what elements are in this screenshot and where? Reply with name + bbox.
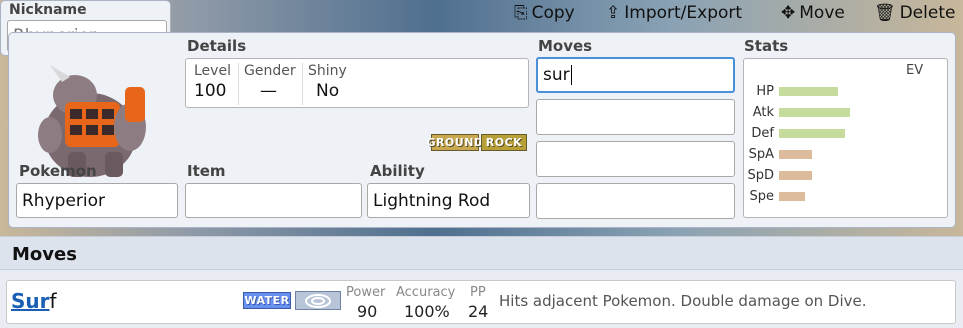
copy-icon: ⎘ bbox=[514, 3, 528, 23]
move-name: Surf bbox=[11, 289, 57, 313]
accuracy-label: Accuracy bbox=[396, 285, 456, 300]
stat-bar bbox=[779, 86, 838, 96]
stat-bar bbox=[779, 149, 812, 159]
text-cursor bbox=[570, 65, 572, 85]
level-label: Level bbox=[194, 63, 231, 79]
stat-row-spa: SpA bbox=[744, 146, 812, 162]
move-arrows-icon: ✥ bbox=[781, 3, 796, 23]
move-input-4[interactable] bbox=[536, 183, 735, 219]
power-value: 90 bbox=[357, 302, 378, 321]
stat-name: SpD bbox=[747, 167, 774, 183]
pp-label: PP bbox=[470, 285, 486, 300]
level-value: 100 bbox=[194, 81, 227, 101]
ability-input[interactable]: Lightning Rod bbox=[367, 183, 530, 218]
move-input-1[interactable]: sur bbox=[536, 57, 735, 93]
item-label: Item bbox=[187, 162, 226, 180]
upload-icon: ⇪ bbox=[606, 3, 621, 23]
shiny-label: Shiny bbox=[308, 63, 347, 79]
stat-row-atk: Atk bbox=[744, 104, 850, 120]
stat-row-spe: Spe bbox=[744, 188, 805, 204]
moves-section-title: Moves bbox=[12, 244, 77, 265]
power-label: Power bbox=[346, 285, 386, 300]
move-description: Hits adjacent Pokemon. Double damage on … bbox=[499, 292, 867, 310]
copy-button[interactable]: ⎘ Copy bbox=[514, 3, 575, 23]
details-button[interactable]: Level 100 Gender — Shiny No bbox=[185, 58, 529, 108]
move-type-badge: WATER bbox=[243, 292, 291, 309]
gender-label: Gender bbox=[244, 63, 296, 79]
move-name-match: Sur bbox=[11, 289, 50, 313]
stat-bar bbox=[779, 107, 850, 117]
stat-name: SpA bbox=[748, 146, 774, 162]
stat-row-hp: HP bbox=[744, 83, 838, 99]
special-category-icon bbox=[295, 291, 341, 310]
trash-icon: 🗑 bbox=[874, 3, 896, 23]
details-divider bbox=[238, 63, 239, 105]
stat-name: Spe bbox=[749, 188, 774, 204]
move-input-2[interactable] bbox=[536, 99, 735, 135]
delete-button[interactable]: 🗑 Delete bbox=[874, 3, 955, 23]
ability-label: Ability bbox=[370, 162, 425, 180]
pokemon-input[interactable]: Rhyperior bbox=[16, 183, 178, 218]
type-badge-rock: ROCK bbox=[481, 134, 527, 151]
move-button[interactable]: ✥ Move bbox=[781, 3, 845, 23]
move-result-row[interactable]: Surf WATER Power 90 Accuracy 100% PP 24 … bbox=[6, 280, 956, 324]
gender-value: — bbox=[260, 81, 277, 101]
pokemon-label: Pokemon bbox=[19, 162, 97, 180]
import-export-button[interactable]: ⇪ Import/Export bbox=[606, 3, 742, 23]
stat-row-spd: SpD bbox=[744, 167, 812, 183]
moves-label: Moves bbox=[538, 37, 593, 55]
moves-section-header: Moves bbox=[0, 236, 963, 270]
stat-name: Atk bbox=[752, 104, 774, 120]
item-input[interactable] bbox=[185, 183, 362, 218]
ev-header: EV bbox=[906, 63, 924, 78]
move-input-3[interactable] bbox=[536, 141, 735, 177]
move-name-rest: f bbox=[49, 289, 57, 313]
accuracy-value: 100% bbox=[404, 302, 450, 321]
stat-name: Def bbox=[751, 125, 774, 141]
type-badge-ground: GROUND bbox=[426, 134, 484, 151]
stats-label: Stats bbox=[744, 37, 789, 55]
nickname-label: Nickname bbox=[9, 2, 87, 18]
stats-button[interactable]: EV HP Atk Def SpA SpD Spe bbox=[743, 58, 948, 218]
stat-bar bbox=[779, 191, 805, 201]
stat-name: HP bbox=[756, 83, 774, 99]
stat-row-def: Def bbox=[744, 125, 845, 141]
details-label: Details bbox=[187, 37, 247, 55]
stat-bar bbox=[779, 170, 812, 180]
shiny-value: No bbox=[316, 81, 340, 101]
details-divider bbox=[302, 63, 303, 105]
pp-value: 24 bbox=[468, 302, 489, 321]
stat-bar bbox=[779, 128, 845, 138]
